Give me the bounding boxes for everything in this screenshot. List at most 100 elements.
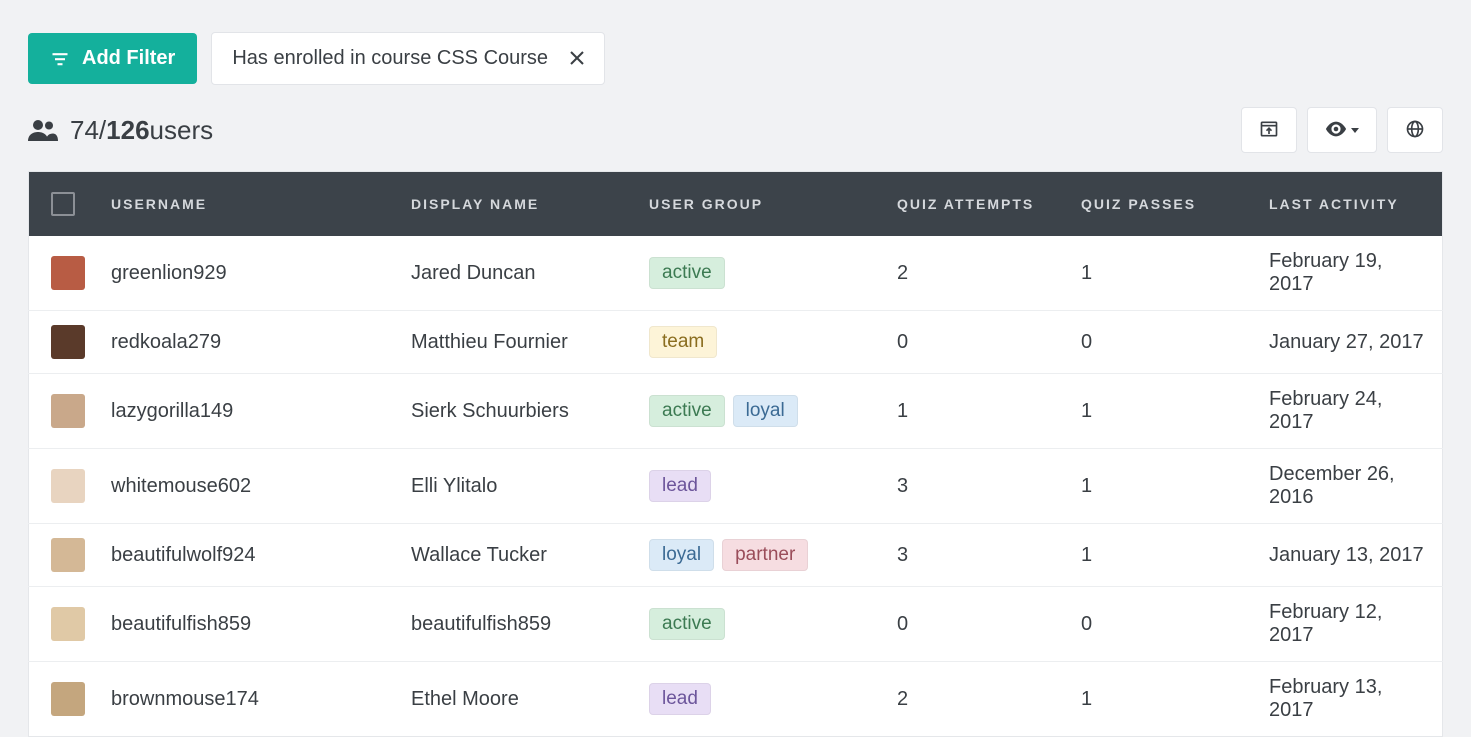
avatar — [51, 325, 85, 359]
header-quiz-passes[interactable]: QUIZ PASSES — [1063, 172, 1251, 237]
table-row[interactable]: lazygorilla149Sierk Schuurbiersactiveloy… — [29, 374, 1443, 449]
username-cell: lazygorilla149 — [93, 374, 393, 449]
display-name-cell: Matthieu Fournier — [393, 311, 631, 374]
quiz-attempts-cell: 3 — [879, 524, 1063, 587]
filtered-count: 74 — [70, 115, 99, 146]
table-row[interactable]: beautifulfish859beautifulfish859active00… — [29, 587, 1443, 662]
user-group-cell: lead — [631, 662, 879, 737]
quiz-passes-cell: 0 — [1063, 311, 1251, 374]
chevron-down-icon — [1351, 128, 1359, 133]
count-suffix: users — [150, 115, 214, 146]
username-cell: brownmouse174 — [93, 662, 393, 737]
last-activity-cell: February 19, 2017 — [1251, 236, 1443, 311]
last-activity-cell: February 13, 2017 — [1251, 662, 1443, 737]
display-name-cell: Elli Ylitalo — [393, 449, 631, 524]
quiz-passes-cell: 0 — [1063, 587, 1251, 662]
user-group-cell: active — [631, 236, 879, 311]
filter-icon — [50, 49, 70, 69]
avatar — [51, 607, 85, 641]
display-name-cell: beautifulfish859 — [393, 587, 631, 662]
results-summary-bar: 74 / 126 users — [0, 107, 1471, 171]
header-checkbox-cell — [29, 172, 94, 237]
quiz-passes-cell: 1 — [1063, 236, 1251, 311]
username-cell: beautifulwolf924 — [93, 524, 393, 587]
user-group-cell: loyalpartner — [631, 524, 879, 587]
avatar-cell — [29, 374, 94, 449]
user-group-cell: lead — [631, 449, 879, 524]
last-activity-cell: February 24, 2017 — [1251, 374, 1443, 449]
display-name-cell: Wallace Tucker — [393, 524, 631, 587]
close-icon[interactable] — [570, 50, 584, 68]
add-filter-button[interactable]: Add Filter — [28, 33, 197, 84]
avatar — [51, 682, 85, 716]
count-separator: / — [99, 115, 106, 146]
quiz-attempts-cell: 1 — [879, 374, 1063, 449]
people-icon — [28, 119, 58, 141]
quiz-attempts-cell: 0 — [879, 311, 1063, 374]
avatar — [51, 538, 85, 572]
table-row[interactable]: brownmouse174Ethel Moore lead 21February 1… — [29, 662, 1443, 737]
avatar-cell — [29, 311, 94, 374]
quiz-attempts-cell: 2 — [879, 662, 1063, 737]
tag-lead: lead — [649, 683, 711, 715]
visibility-dropdown-button[interactable] — [1307, 107, 1377, 153]
tag-active: active — [649, 395, 725, 427]
username-cell: redkoala279 — [93, 311, 393, 374]
user-group-cell: team — [631, 311, 879, 374]
last-activity-cell: February 12, 2017 — [1251, 587, 1443, 662]
add-filter-label: Add Filter — [82, 47, 175, 70]
header-quiz-attempts[interactable]: QUIZ ATTEMPTS — [879, 172, 1063, 237]
globe-icon — [1405, 119, 1425, 142]
tag-loyal: loyal — [649, 539, 714, 571]
quiz-attempts-cell: 3 — [879, 449, 1063, 524]
table-row[interactable]: redkoala279Matthieu Fournierteam00Januar… — [29, 311, 1443, 374]
tag-lead: lead — [649, 470, 711, 502]
avatar — [51, 256, 85, 290]
globe-button[interactable] — [1387, 107, 1443, 153]
table-row[interactable]: beautifulwolf924Wallace Tuckerloyalpartn… — [29, 524, 1443, 587]
quiz-attempts-cell: 0 — [879, 587, 1063, 662]
quiz-passes-cell: 1 — [1063, 662, 1251, 737]
username-cell: whitemouse602 — [93, 449, 393, 524]
tag-active: active — [649, 257, 725, 289]
quiz-passes-cell: 1 — [1063, 374, 1251, 449]
quiz-passes-cell: 1 — [1063, 449, 1251, 524]
action-buttons — [1241, 107, 1443, 153]
filter-chip[interactable]: Has enrolled in course CSS Course — [211, 32, 605, 85]
total-count: 126 — [106, 115, 149, 146]
tag-loyal: loyal — [733, 395, 798, 427]
avatar — [51, 394, 85, 428]
filter-chip-text: Has enrolled in course CSS Course — [232, 47, 548, 70]
avatar-cell — [29, 587, 94, 662]
users-table-wrap: USERNAME DISPLAY NAME USER GROUP QUIZ AT… — [0, 171, 1471, 737]
select-all-checkbox[interactable] — [51, 192, 75, 216]
display-name-cell: Ethel Moore — [393, 662, 631, 737]
avatar-cell — [29, 449, 94, 524]
tag-team: team — [649, 326, 717, 358]
table-row[interactable]: whitemouse602Elli Ylitalo lead 31December … — [29, 449, 1443, 524]
username-cell: greenlion929 — [93, 236, 393, 311]
quiz-passes-cell: 1 — [1063, 524, 1251, 587]
header-username[interactable]: USERNAME — [93, 172, 393, 237]
filter-toolbar: Add Filter Has enrolled in course CSS Co… — [0, 0, 1471, 107]
export-button[interactable] — [1241, 107, 1297, 153]
avatar-cell — [29, 662, 94, 737]
header-user-group[interactable]: USER GROUP — [631, 172, 879, 237]
avatar-cell — [29, 236, 94, 311]
display-name-cell: Sierk Schuurbiers — [393, 374, 631, 449]
last-activity-cell: January 27, 2017 — [1251, 311, 1443, 374]
header-display-name[interactable]: DISPLAY NAME — [393, 172, 631, 237]
users-table: USERNAME DISPLAY NAME USER GROUP QUIZ AT… — [28, 171, 1443, 737]
tag-active: active — [649, 608, 725, 640]
avatar — [51, 469, 85, 503]
user-group-cell: activeloyal — [631, 374, 879, 449]
last-activity-cell: December 26, 2016 — [1251, 449, 1443, 524]
table-row[interactable]: greenlion929Jared Duncanactive21February… — [29, 236, 1443, 311]
header-last-activity[interactable]: LAST ACTIVITY — [1251, 172, 1443, 237]
tag-partner: partner — [722, 539, 808, 571]
quiz-attempts-cell: 2 — [879, 236, 1063, 311]
table-header-row: USERNAME DISPLAY NAME USER GROUP QUIZ AT… — [29, 172, 1443, 237]
user-group-cell: active — [631, 587, 879, 662]
last-activity-cell: January 13, 2017 — [1251, 524, 1443, 587]
open-in-browser-icon — [1259, 119, 1279, 142]
